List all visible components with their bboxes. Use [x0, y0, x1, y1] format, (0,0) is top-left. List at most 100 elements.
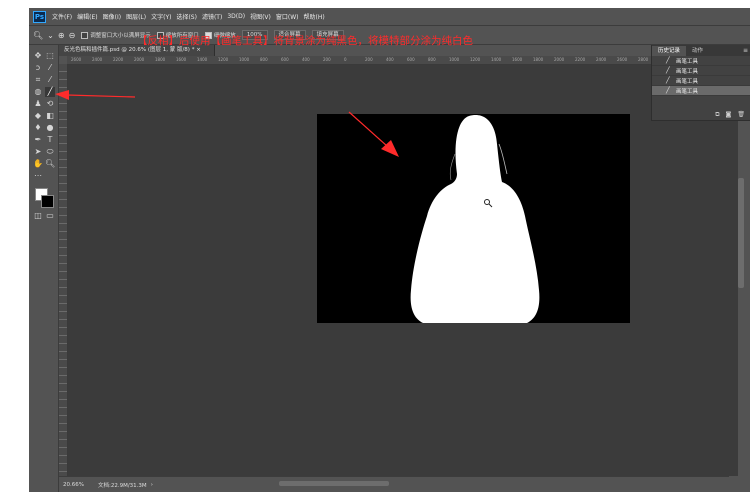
quick-mask-icon[interactable]: ◫ [33, 211, 43, 221]
ruler-tick: 2600 [71, 57, 82, 62]
menu-3d[interactable]: 3D(D) [227, 13, 245, 20]
more-tools-icon[interactable]: ⋯ [33, 171, 43, 181]
camera-icon[interactable]: ◙ [726, 111, 732, 118]
menu-help[interactable]: 帮助(H) [304, 12, 325, 21]
vertical-scrollbar[interactable] [738, 178, 744, 288]
photoshop-window: Ps 文件(F) 编辑(E) 图像(I) 图层(L) 文字(Y) 选择(S) 滤… [29, 8, 750, 492]
ruler-tick: 200 [323, 57, 331, 62]
history-state-label: 画笔工具 [676, 68, 699, 75]
healing-brush-tool-icon[interactable]: ◍ [33, 87, 43, 97]
history-state[interactable]: ╱ 画笔工具 [652, 56, 750, 66]
menu-view[interactable]: 视图(V) [250, 12, 271, 21]
ruler-tick: 800 [428, 57, 436, 62]
clone-stamp-tool-icon[interactable]: ♟ [33, 99, 43, 109]
hand-tool-icon[interactable]: ✋ [33, 159, 43, 169]
zoom-out-icon[interactable]: ⊖ [69, 31, 76, 40]
mask-speck [471, 318, 476, 323]
ruler-tick: 1400 [197, 57, 208, 62]
ruler-tick: 200 [365, 57, 373, 62]
hair-strand-left [449, 153, 456, 181]
ruler-tick: 600 [281, 57, 289, 62]
hair-strand-right [498, 143, 508, 175]
pen-tool-icon[interactable]: ✒ [33, 135, 43, 145]
menu-filter[interactable]: 滤镜(T) [202, 12, 222, 21]
zoom-in-icon[interactable]: ⊕ [58, 31, 65, 40]
document-canvas[interactable] [317, 114, 630, 323]
status-bar: 20.66% 文档:22.9M/31.3M › [59, 476, 729, 492]
menu-file[interactable]: 文件(F) [52, 12, 72, 21]
panel-tab-strip: 历史记录 动作 ≡ [652, 45, 750, 56]
model-silhouette-mask [410, 115, 540, 323]
tab-actions[interactable]: 动作 [686, 46, 709, 56]
photoshop-logo: Ps [33, 10, 46, 23]
ruler-tick: 1800 [155, 57, 166, 62]
panel-menu-icon[interactable]: ≡ [743, 46, 750, 56]
chevron-right-icon[interactable]: › [151, 482, 153, 488]
ruler-tick: 400 [302, 57, 310, 62]
tools-panel: ✥ ⬚ ↄ ⁄ ⌗ ⁄ ◍ ╱ ♟ ⟲ ◆ ◧ ♦ ● ✒ T ➤ ⬭ ✋ 🔍︎… [29, 45, 59, 492]
history-state[interactable]: ╱ 画笔工具 [652, 66, 750, 76]
blur-tool-icon[interactable]: ♦ [33, 123, 43, 133]
lasso-tool-icon[interactable]: ↄ [33, 63, 43, 73]
tutorial-annotation: 【反相】后使用【画笔工具】将背景涂为纯黑色，将模特部分涂为纯白色 [137, 35, 473, 47]
ruler-tick: 2800 [638, 57, 649, 62]
history-state[interactable]: ╱ 画笔工具 [652, 76, 750, 86]
path-selection-tool-icon[interactable]: ➤ [33, 147, 43, 157]
ruler-tick: 400 [386, 57, 394, 62]
tab-history[interactable]: 历史记录 [652, 46, 687, 56]
move-tool-icon[interactable]: ✥ [33, 51, 43, 61]
shape-tool-icon[interactable]: ⬭ [45, 147, 55, 157]
menu-image[interactable]: 图像(I) [103, 12, 121, 21]
new-snapshot-icon[interactable]: ⧉ [715, 111, 719, 119]
zoom-icon[interactable]: 🔍︎ [33, 31, 43, 40]
eyedropper-tool-icon[interactable]: ⁄ [45, 75, 55, 85]
eraser-tool-icon[interactable]: ◆ [33, 111, 43, 121]
ruler-tick: 1600 [176, 57, 187, 62]
ruler-tick: 800 [260, 57, 268, 62]
history-state-selected[interactable]: ╱ 画笔工具 [652, 86, 750, 96]
zoom-level[interactable]: 20.66% [63, 482, 84, 488]
quick-select-tool-icon[interactable]: ⁄ [45, 63, 55, 73]
chevron-down-icon[interactable]: ⌄ [47, 31, 54, 40]
canvas-workspace[interactable] [68, 65, 738, 476]
menu-layer[interactable]: 图层(L) [126, 12, 146, 21]
history-state-label: 画笔工具 [676, 88, 699, 95]
ruler-tick: 2400 [596, 57, 607, 62]
crop-tool-icon[interactable]: ⌗ [33, 75, 43, 85]
type-tool-icon[interactable]: T [45, 135, 55, 145]
gradient-tool-icon[interactable]: ◧ [45, 111, 55, 121]
menu-type[interactable]: 文字(Y) [151, 12, 171, 21]
ruler-tick: 0 [344, 57, 347, 62]
ruler-tick: 1200 [470, 57, 481, 62]
ruler-tick: 1000 [449, 57, 460, 62]
ruler-tick: 600 [407, 57, 415, 62]
history-brush-tool-icon[interactable]: ⟲ [45, 99, 55, 109]
ruler-tick: 2200 [113, 57, 124, 62]
ruler-tick: 1200 [218, 57, 229, 62]
dodge-tool-icon[interactable]: ● [45, 123, 55, 133]
ruler-tick: 2600 [617, 57, 628, 62]
marquee-tool-icon[interactable]: ⬚ [45, 51, 55, 61]
document-info: 文档:22.9M/31.3M [97, 483, 147, 489]
zoom-tool-icon[interactable]: 🔍︎ [45, 159, 55, 169]
screen-mode-icon[interactable]: ▭ [45, 211, 55, 221]
ruler-tick: 1800 [533, 57, 544, 62]
menu-edit[interactable]: 编辑(E) [77, 12, 97, 21]
history-state-label: 画笔工具 [676, 58, 699, 65]
ruler-tick: 1600 [512, 57, 523, 62]
mask-preview [410, 115, 540, 323]
background-color-swatch[interactable] [41, 195, 54, 208]
history-state-label: 画笔工具 [676, 78, 699, 85]
history-panel-footer: ⧉ ◙ 🗑︎ [652, 109, 750, 120]
horizontal-ruler: 2600 2400 2200 2000 1800 1600 1400 1200 … [67, 56, 737, 65]
brush-icon: ╱ [666, 57, 670, 64]
trash-icon[interactable]: 🗑︎ [737, 111, 745, 118]
horizontal-scrollbar[interactable] [279, 481, 389, 486]
menu-window[interactable]: 窗口(W) [276, 12, 299, 21]
checkbox-box [81, 31, 89, 39]
brush-icon: ╱ [666, 77, 670, 84]
ruler-tick: 2000 [134, 57, 145, 62]
menu-bar: Ps 文件(F) 编辑(E) 图像(I) 图层(L) 文字(Y) 选择(S) 滤… [29, 8, 750, 26]
brush-tool-icon[interactable]: ╱ [45, 87, 55, 97]
menu-select[interactable]: 选择(S) [176, 12, 197, 21]
